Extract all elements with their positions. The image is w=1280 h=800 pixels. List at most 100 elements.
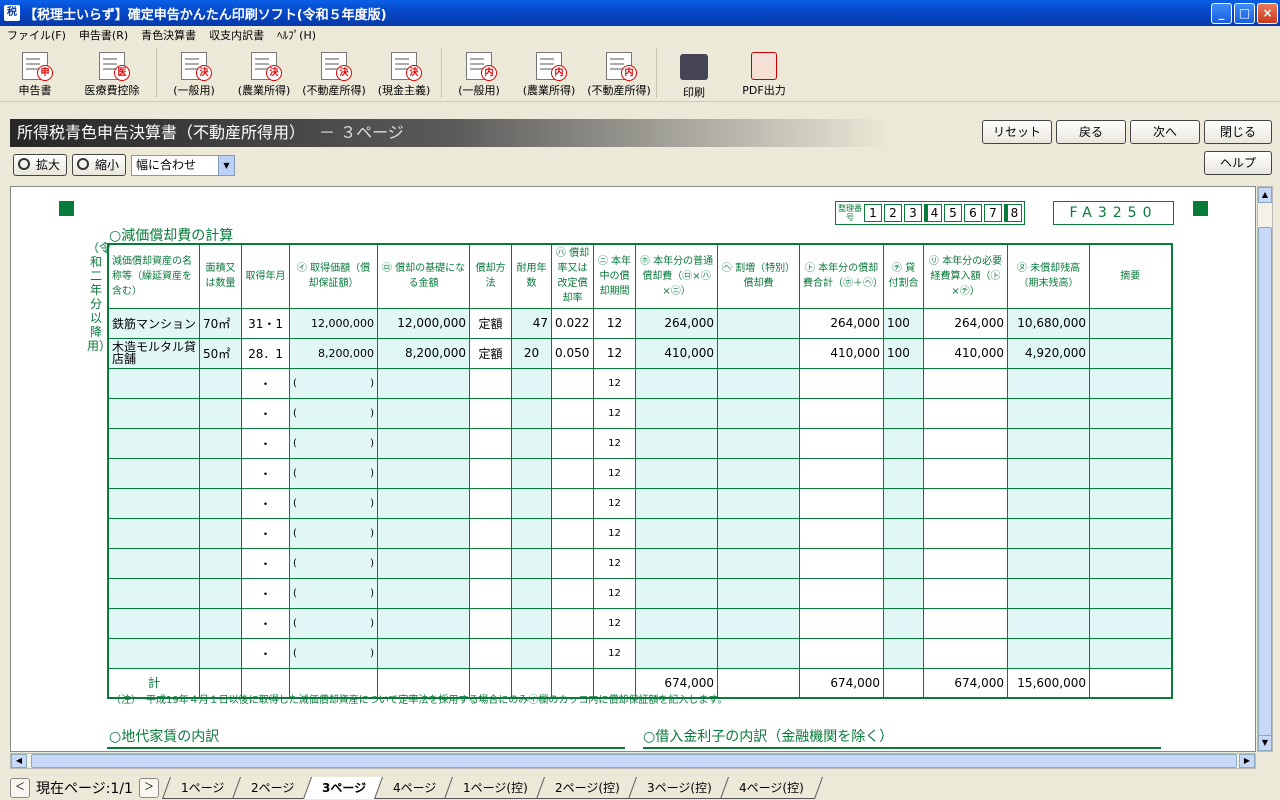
- toolbar-iryohi[interactable]: 医医療費控除: [70, 46, 154, 100]
- interest-table-edge: [643, 747, 1161, 751]
- scroll-right-icon[interactable]: ▶: [1239, 754, 1255, 768]
- sheet-title: 所得税青色申告決算書（不動産所得用）－ ３ページ: [10, 119, 890, 147]
- menu-help[interactable]: ﾍﾙﾌﾟ(H): [277, 27, 316, 43]
- help-button[interactable]: ヘルプ: [1204, 151, 1272, 175]
- header-row: 減価償却資産の名称等（繰延資産を含む） 面積又は数量 取得年月 ㋑ 取得価額（償…: [107, 243, 1173, 309]
- scroll-thumb[interactable]: [1258, 227, 1272, 747]
- printer-icon: [680, 54, 708, 80]
- total-remain: 15,600,000: [1007, 667, 1091, 699]
- zoom-select[interactable]: 幅に合わせ ▼: [131, 155, 235, 176]
- form-icon: 決: [391, 52, 422, 81]
- zoom-in-button[interactable]: 拡大: [13, 154, 67, 176]
- table-row: ・() 12: [107, 397, 1173, 429]
- asset-name-cell[interactable]: 木造モルタル貸店舗: [107, 337, 201, 369]
- digit: 2: [884, 204, 902, 222]
- toolbar-kessan-fudosan[interactable]: 決 (不動産所得): [299, 46, 369, 100]
- form-icon: 決: [321, 52, 352, 81]
- depreciation-table: 減価償却資産の名称等（繰延資産を含む） 面積又は数量 取得年月 ㋑ 取得価額（償…: [107, 243, 1173, 699]
- toolbar-uchiwake-fudosan[interactable]: 内 (不動産所得): [584, 46, 654, 100]
- digit: 7: [984, 204, 1002, 222]
- scroll-down-icon[interactable]: ▼: [1258, 735, 1272, 751]
- section-interest-title: ○借入金利子の内訳（金融機関を除く）: [643, 729, 894, 745]
- table-row: ・() 12: [107, 577, 1173, 609]
- form-icon: 決: [181, 52, 212, 81]
- tab-page-1[interactable]: 1ページ: [161, 776, 244, 799]
- form-code: FA3250: [1053, 201, 1174, 225]
- toolbar: 申申告書 医医療費控除 決 (一般用) 決 (農業所得) 決 (不動産所得) 決 (現金…: [0, 46, 1280, 102]
- zoom-bar: 拡大 縮小 幅に合わせ ▼ ヘルプ: [13, 151, 1273, 178]
- toolbar-kessan-genkin[interactable]: 決 (現金主義): [369, 46, 439, 100]
- form-viewport[interactable]: 整理番号 1 2 3 4 5 6 7 8 FA3250 ○減価償却費の計算 （令…: [10, 186, 1256, 752]
- table-row: ・() 12: [107, 457, 1173, 489]
- toolbar-uchiwake-nogyo[interactable]: 内 (農業所得): [514, 46, 584, 100]
- tab-page-2[interactable]: 2ページ: [232, 776, 314, 799]
- tab-page-4-copy[interactable]: 4ページ(控): [719, 776, 823, 799]
- menu-aoiro[interactable]: 青色決算書: [141, 27, 196, 43]
- side-label: （令和二年分以降用）: [87, 241, 112, 353]
- vertical-scrollbar[interactable]: ▲ ▼: [1257, 186, 1273, 752]
- menu-shinkokusho[interactable]: 申告書(R): [79, 27, 128, 43]
- section-rent-title: ○地代家賃の内訳: [109, 729, 220, 745]
- toolbar-uchiwake-ippan[interactable]: 内 (一般用): [444, 46, 514, 100]
- form-icon: 内: [536, 52, 567, 81]
- tab-page-1-copy[interactable]: 1ページ(控): [444, 776, 548, 799]
- scroll-thumb[interactable]: [31, 754, 1237, 768]
- tab-page-4[interactable]: 4ページ: [373, 776, 456, 799]
- section-depreciation-title: ○減価償却費の計算: [109, 228, 234, 244]
- tab-page-3-copy[interactable]: 3ページ(控): [627, 776, 731, 799]
- digit: 6: [964, 204, 982, 222]
- reset-button[interactable]: リセット: [982, 120, 1052, 144]
- next-page-icon[interactable]: ＞: [138, 777, 159, 798]
- digit: 5: [944, 204, 962, 222]
- table-row: ・() 12: [107, 427, 1173, 459]
- close-button[interactable]: 閉じる: [1204, 120, 1272, 144]
- registration-mark: [1193, 201, 1208, 216]
- toolbar-kessan-ippan[interactable]: 決 (一般用): [159, 46, 229, 100]
- menu-shushi[interactable]: 収支内訳書: [209, 27, 264, 43]
- registration-mark: [59, 201, 74, 216]
- form-icon: 内: [606, 52, 637, 81]
- tab-page-2-copy[interactable]: 2ページ(控): [536, 776, 639, 799]
- digit: 8: [1004, 204, 1022, 222]
- form-icon: 医: [99, 52, 130, 81]
- toolbar-shinkokusho[interactable]: 申申告書: [0, 46, 70, 100]
- scroll-left-icon[interactable]: ◀: [11, 754, 27, 768]
- maximize-button[interactable]: □: [1234, 2, 1255, 24]
- horizontal-scrollbar[interactable]: ◀ ▶: [10, 753, 1256, 769]
- close-window-button[interactable]: ×: [1257, 2, 1278, 24]
- zoom-out-button[interactable]: 縮小: [72, 154, 126, 176]
- back-button[interactable]: 戻る: [1056, 120, 1126, 144]
- toolbar-print[interactable]: 印刷: [659, 46, 729, 100]
- footnote: （注） 平成19年４月１日以後に取得した減価償却資産について定率法を採用する場合…: [111, 695, 728, 706]
- table-row: ・() 12: [107, 547, 1173, 579]
- window-title: 【税理士いらず】確定申告かんたん印刷ソフト(令和５年度版): [24, 7, 387, 23]
- minimize-button[interactable]: _: [1211, 2, 1232, 24]
- pdf-icon: [751, 52, 777, 80]
- chevron-down-icon: ▼: [218, 156, 234, 175]
- next-button[interactable]: 次へ: [1130, 120, 1200, 144]
- table-row: ・() 12: [107, 367, 1173, 399]
- table-row: 木造モルタル貸店舗 50㎡ 28．1 8,200,000 8,200,000 定…: [107, 337, 1173, 369]
- prev-page-icon[interactable]: ＜: [10, 777, 30, 798]
- digit: 3: [904, 204, 922, 222]
- form-icon: 決: [251, 52, 282, 81]
- zoom-in-icon: [18, 158, 30, 170]
- menu-file[interactable]: ファイル(F): [7, 27, 66, 43]
- zoom-out-icon: [77, 158, 89, 170]
- app-icon: 税: [4, 5, 20, 21]
- asset-name-cell[interactable]: 鉄筋マンション: [107, 307, 201, 339]
- total-expense: 674,000: [923, 667, 1009, 699]
- toolbar-kessan-nogyo[interactable]: 決 (農業所得): [229, 46, 299, 100]
- scroll-up-icon[interactable]: ▲: [1258, 187, 1272, 203]
- tab-page-3[interactable]: 3ページ: [302, 776, 385, 799]
- title-bar: 税 【税理士いらず】確定申告かんたん印刷ソフト(令和５年度版) _ □ ×: [0, 0, 1280, 26]
- table-row: ・() 12: [107, 487, 1173, 519]
- page-indicator: 現在ページ:1/1: [36, 780, 133, 797]
- seiri-number: 整理番号 1 2 3 4 5 6 7 8: [835, 201, 1025, 225]
- form-icon: 申: [22, 52, 53, 81]
- page-tab-bar: ＜ 現在ページ:1/1 ＞ 1ページ 2ページ 3ページ 4ページ 1ページ(控…: [0, 775, 1280, 800]
- toolbar-pdf[interactable]: PDF出力: [729, 46, 799, 100]
- table-row: ・() 12: [107, 517, 1173, 549]
- menu-bar: ファイル(F) 申告書(R) 青色決算書 収支内訳書 ﾍﾙﾌﾟ(H): [0, 26, 1280, 44]
- digit: 1: [864, 204, 882, 222]
